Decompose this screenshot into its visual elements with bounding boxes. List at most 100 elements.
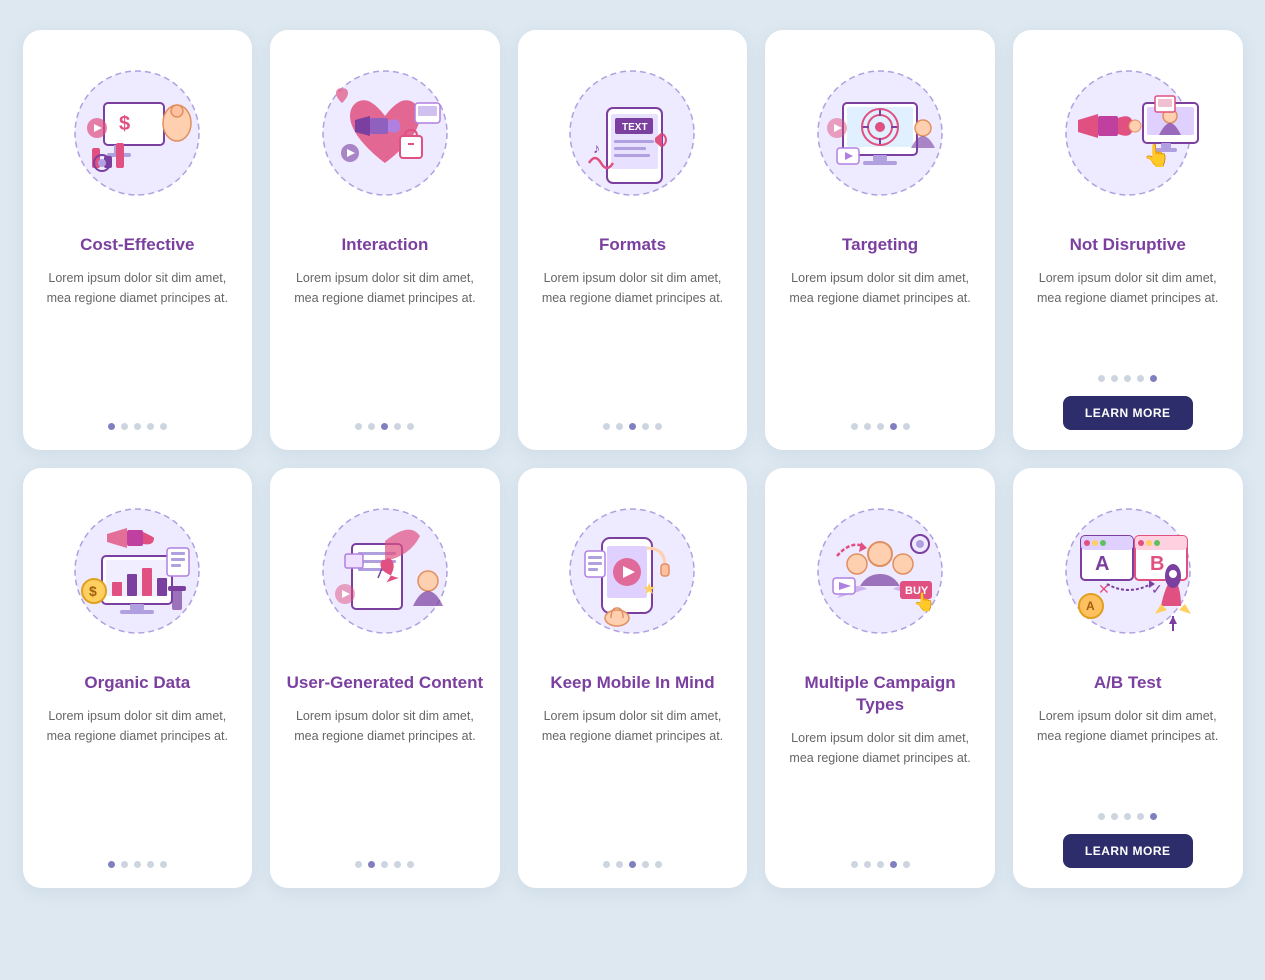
card-organic-data: $ Organic Data Lorem ipsum dolor sit dim … — [23, 468, 253, 888]
card-title-not-disruptive: Not Disruptive — [1070, 234, 1186, 256]
dot-targeting-4[interactable] — [903, 423, 910, 430]
dot-ab-test-1[interactable] — [1111, 813, 1118, 820]
card-multiple-campaign-types: BUY 👆 Multiple Campaign TypesLorem ipsum… — [765, 468, 995, 888]
dot-targeting-2[interactable] — [877, 423, 884, 430]
dot-ab-test-4[interactable] — [1150, 813, 1157, 820]
dot-organic-data-2[interactable] — [134, 861, 141, 868]
svg-text:B: B — [1150, 553, 1164, 575]
dot-ab-test-3[interactable] — [1137, 813, 1144, 820]
dot-cost-effective-1[interactable] — [121, 423, 128, 430]
dot-ab-test-0[interactable] — [1098, 813, 1105, 820]
card-title-user-generated-content: User-Generated Content — [287, 672, 483, 694]
dots-user-generated-content — [355, 861, 414, 868]
svg-text:A: A — [1086, 599, 1095, 613]
dot-keep-mobile-in-mind-4[interactable] — [655, 861, 662, 868]
dot-user-generated-content-1[interactable] — [368, 861, 375, 868]
dot-user-generated-content-4[interactable] — [407, 861, 414, 868]
card-desc-user-generated-content: Lorem ipsum dolor sit dim amet, mea regi… — [286, 706, 484, 845]
card-grid: $ Cost-Effective Lorem ipsum dolor sit di… — [23, 30, 1243, 888]
dot-not-disruptive-2[interactable] — [1124, 375, 1131, 382]
dot-not-disruptive-0[interactable] — [1098, 375, 1105, 382]
illustration-targeting — [795, 48, 965, 218]
dots-cost-effective — [108, 423, 167, 430]
card-title-multiple-campaign-types: Multiple Campaign Types — [781, 672, 979, 716]
dot-keep-mobile-in-mind-0[interactable] — [603, 861, 610, 868]
svg-text:$: $ — [119, 113, 130, 135]
card-targeting: Targeting Lorem ipsum dolor sit dim amet,… — [765, 30, 995, 450]
dot-user-generated-content-2[interactable] — [381, 861, 388, 868]
dots-targeting — [851, 423, 910, 430]
svg-text:👆: 👆 — [913, 591, 935, 612]
dot-multiple-campaign-types-2[interactable] — [877, 861, 884, 868]
card-desc-targeting: Lorem ipsum dolor sit dim amet, mea regi… — [781, 268, 979, 407]
card-keep-mobile-in-mind: ★ Keep Mobile In MindLorem ipsum dolor s… — [518, 468, 748, 888]
svg-text:TEXT: TEXT — [622, 122, 648, 133]
card-desc-not-disruptive: Lorem ipsum dolor sit dim amet, mea regi… — [1029, 268, 1227, 359]
illustration-organic-data: $ — [52, 486, 222, 656]
dots-ab-test — [1098, 813, 1157, 820]
dot-multiple-campaign-types-4[interactable] — [903, 861, 910, 868]
card-desc-multiple-campaign-types: Lorem ipsum dolor sit dim amet, mea regi… — [781, 728, 979, 845]
card-title-interaction: Interaction — [341, 234, 428, 256]
illustration-keep-mobile-in-mind: ★ — [547, 486, 717, 656]
dot-formats-4[interactable] — [655, 423, 662, 430]
dot-organic-data-3[interactable] — [147, 861, 154, 868]
dot-interaction-2[interactable] — [381, 423, 388, 430]
dots-multiple-campaign-types — [851, 861, 910, 868]
dot-interaction-0[interactable] — [355, 423, 362, 430]
dot-user-generated-content-0[interactable] — [355, 861, 362, 868]
dot-cost-effective-4[interactable] — [160, 423, 167, 430]
dots-organic-data — [108, 861, 167, 868]
dot-user-generated-content-3[interactable] — [394, 861, 401, 868]
dot-multiple-campaign-types-3[interactable] — [890, 861, 897, 868]
learn-more-button-not-disruptive[interactable]: LEARN MORE — [1063, 396, 1193, 430]
svg-text:$: $ — [89, 583, 97, 599]
svg-text:A: A — [1095, 553, 1109, 575]
dot-interaction-4[interactable] — [407, 423, 414, 430]
dot-targeting-1[interactable] — [864, 423, 871, 430]
card-title-targeting: Targeting — [842, 234, 918, 256]
dot-formats-0[interactable] — [603, 423, 610, 430]
dot-not-disruptive-3[interactable] — [1137, 375, 1144, 382]
card-title-cost-effective: Cost-Effective — [80, 234, 194, 256]
illustration-formats: TEXT ♪ — [547, 48, 717, 218]
dot-organic-data-1[interactable] — [121, 861, 128, 868]
dot-organic-data-4[interactable] — [160, 861, 167, 868]
dot-formats-3[interactable] — [642, 423, 649, 430]
card-formats: TEXT ♪ FormatsLorem ipsum dolor sit dim … — [518, 30, 748, 450]
dot-keep-mobile-in-mind-2[interactable] — [629, 861, 636, 868]
dot-keep-mobile-in-mind-1[interactable] — [616, 861, 623, 868]
dot-multiple-campaign-types-0[interactable] — [851, 861, 858, 868]
svg-text:👆: 👆 — [1143, 143, 1170, 168]
dot-formats-2[interactable] — [629, 423, 636, 430]
dot-not-disruptive-4[interactable] — [1150, 375, 1157, 382]
dot-organic-data-0[interactable] — [108, 861, 115, 868]
card-ab-test: A B ✕ ✓ A A/B TestLorem ipsum dolor sit … — [1013, 468, 1243, 888]
illustration-cost-effective: $ — [52, 48, 222, 218]
card-desc-interaction: Lorem ipsum dolor sit dim amet, mea regi… — [286, 268, 484, 407]
dot-formats-1[interactable] — [616, 423, 623, 430]
learn-more-button-ab-test[interactable]: LEARN MORE — [1063, 834, 1193, 868]
dot-keep-mobile-in-mind-3[interactable] — [642, 861, 649, 868]
dot-cost-effective-3[interactable] — [147, 423, 154, 430]
dot-multiple-campaign-types-1[interactable] — [864, 861, 871, 868]
card-title-keep-mobile-in-mind: Keep Mobile In Mind — [550, 672, 714, 694]
dot-not-disruptive-1[interactable] — [1111, 375, 1118, 382]
card-not-disruptive: 👆 Not Disruptive Lorem ipsum dolor sit di… — [1013, 30, 1243, 450]
svg-text:♪: ♪ — [593, 140, 600, 156]
dot-cost-effective-2[interactable] — [134, 423, 141, 430]
card-title-formats: Formats — [599, 234, 666, 256]
dot-ab-test-2[interactable] — [1124, 813, 1131, 820]
illustration-user-generated-content — [300, 486, 470, 656]
card-desc-organic-data: Lorem ipsum dolor sit dim amet, mea regi… — [39, 706, 237, 845]
card-title-organic-data: Organic Data — [84, 672, 190, 694]
dot-cost-effective-0[interactable] — [108, 423, 115, 430]
dot-targeting-0[interactable] — [851, 423, 858, 430]
dot-targeting-3[interactable] — [890, 423, 897, 430]
dots-keep-mobile-in-mind — [603, 861, 662, 868]
dot-interaction-3[interactable] — [394, 423, 401, 430]
dot-interaction-1[interactable] — [368, 423, 375, 430]
illustration-ab-test: A B ✕ ✓ A — [1043, 486, 1213, 656]
svg-text:★: ★ — [642, 581, 656, 598]
card-desc-cost-effective: Lorem ipsum dolor sit dim amet, mea regi… — [39, 268, 237, 407]
